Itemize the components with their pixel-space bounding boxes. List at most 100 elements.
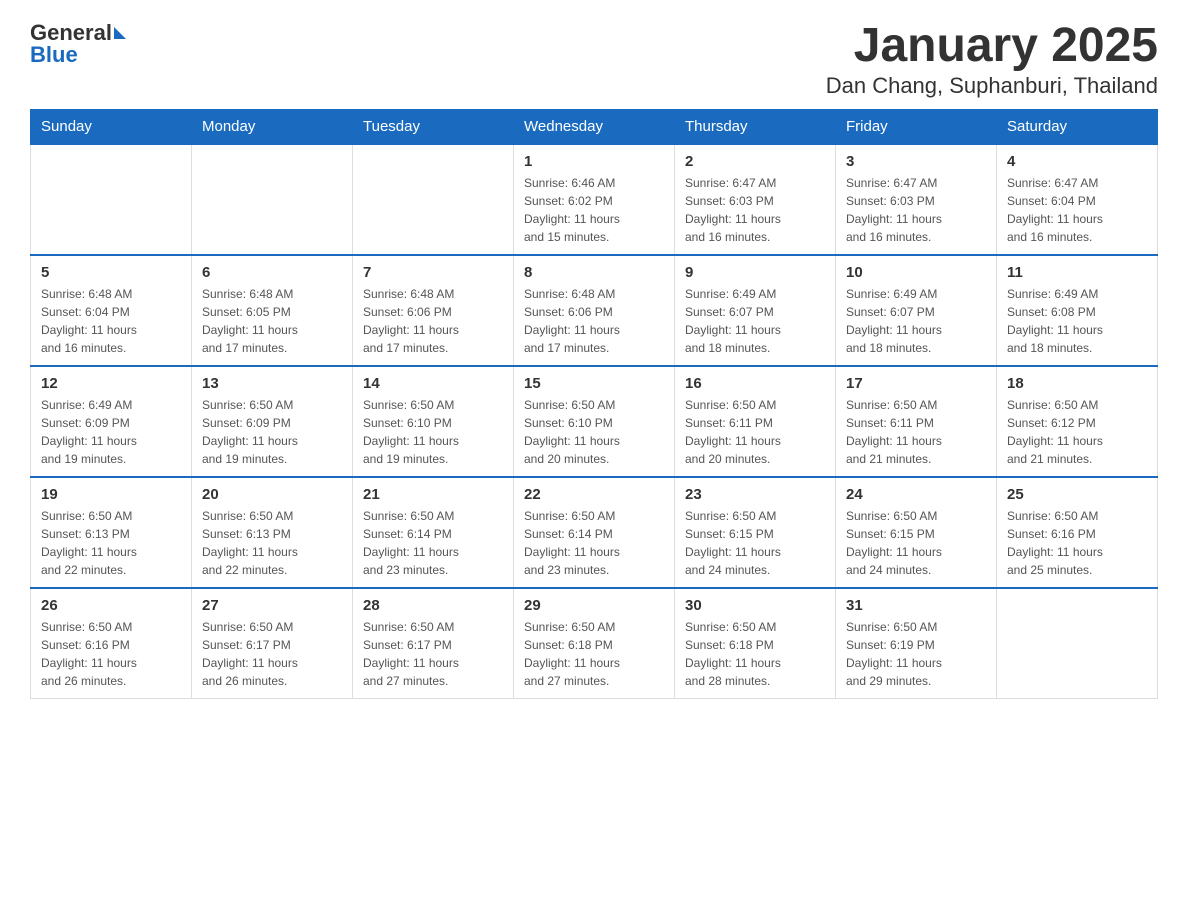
calendar-cell: 11 Sunrise: 6:49 AM Sunset: 6:08 PM Dayli… [997, 255, 1158, 366]
day-info: Sunrise: 6:46 AM Sunset: 6:02 PM Dayligh… [524, 174, 664, 246]
day-info: Sunrise: 6:50 AM Sunset: 6:19 PM Dayligh… [846, 618, 986, 690]
day-number: 13 [202, 375, 342, 392]
day-info: Sunrise: 6:47 AM Sunset: 6:03 PM Dayligh… [846, 174, 986, 246]
day-number: 27 [202, 597, 342, 614]
day-number: 19 [41, 486, 181, 503]
calendar-cell: 3 Sunrise: 6:47 AM Sunset: 6:03 PM Daylig… [836, 144, 997, 255]
day-info: Sunrise: 6:50 AM Sunset: 6:18 PM Dayligh… [524, 618, 664, 690]
day-info: Sunrise: 6:47 AM Sunset: 6:04 PM Dayligh… [1007, 174, 1147, 246]
calendar-cell: 29 Sunrise: 6:50 AM Sunset: 6:18 PM Dayli… [514, 588, 675, 699]
day-info: Sunrise: 6:48 AM Sunset: 6:04 PM Dayligh… [41, 285, 181, 357]
day-info: Sunrise: 6:50 AM Sunset: 6:12 PM Dayligh… [1007, 396, 1147, 468]
day-info: Sunrise: 6:49 AM Sunset: 6:07 PM Dayligh… [685, 285, 825, 357]
calendar-cell [31, 144, 192, 255]
calendar-cell: 27 Sunrise: 6:50 AM Sunset: 6:17 PM Dayli… [192, 588, 353, 699]
day-number: 18 [1007, 375, 1147, 392]
day-info: Sunrise: 6:50 AM Sunset: 6:14 PM Dayligh… [524, 507, 664, 579]
calendar-week-row: 26 Sunrise: 6:50 AM Sunset: 6:16 PM Dayli… [31, 588, 1158, 699]
calendar-cell: 16Sunrise: 6:50 AM Sunset: 6:11 PM Dayli… [675, 366, 836, 477]
calendar-header-sunday: Sunday [31, 109, 192, 144]
calendar-cell: 30Sunrise: 6:50 AM Sunset: 6:18 PM Dayli… [675, 588, 836, 699]
day-info: Sunrise: 6:50 AM Sunset: 6:16 PM Dayligh… [41, 618, 181, 690]
day-number: 6 [202, 264, 342, 281]
calendar-cell: 14 Sunrise: 6:50 AM Sunset: 6:10 PM Dayli… [353, 366, 514, 477]
calendar-header-row: SundayMondayTuesdayWednesdayThursdayFrid… [31, 109, 1158, 144]
logo-triangle-icon [114, 27, 126, 39]
calendar-cell: 19 Sunrise: 6:50 AM Sunset: 6:13 PM Dayli… [31, 477, 192, 588]
calendar-cell: 20Sunrise: 6:50 AM Sunset: 6:13 PM Dayli… [192, 477, 353, 588]
day-number: 26 [41, 597, 181, 614]
calendar-cell: 1Sunrise: 6:46 AM Sunset: 6:02 PM Daylig… [514, 144, 675, 255]
calendar-header-saturday: Saturday [997, 109, 1158, 144]
calendar-cell: 10Sunrise: 6:49 AM Sunset: 6:07 PM Dayli… [836, 255, 997, 366]
day-info: Sunrise: 6:49 AM Sunset: 6:08 PM Dayligh… [1007, 285, 1147, 357]
day-number: 5 [41, 264, 181, 281]
calendar-week-row: 5 Sunrise: 6:48 AM Sunset: 6:04 PM Daylig… [31, 255, 1158, 366]
calendar-cell: 24Sunrise: 6:50 AM Sunset: 6:15 PM Dayli… [836, 477, 997, 588]
day-number: 3 [846, 153, 986, 170]
day-number: 30 [685, 597, 825, 614]
day-info: Sunrise: 6:50 AM Sunset: 6:15 PM Dayligh… [846, 507, 986, 579]
day-number: 25 [1007, 486, 1147, 503]
calendar-header-wednesday: Wednesday [514, 109, 675, 144]
day-number: 23 [685, 486, 825, 503]
calendar-cell: 9Sunrise: 6:49 AM Sunset: 6:07 PM Daylig… [675, 255, 836, 366]
day-info: Sunrise: 6:48 AM Sunset: 6:05 PM Dayligh… [202, 285, 342, 357]
calendar-cell: 22 Sunrise: 6:50 AM Sunset: 6:14 PM Dayli… [514, 477, 675, 588]
day-number: 11 [1007, 264, 1147, 281]
day-info: Sunrise: 6:50 AM Sunset: 6:11 PM Dayligh… [846, 396, 986, 468]
calendar-cell: 26 Sunrise: 6:50 AM Sunset: 6:16 PM Dayli… [31, 588, 192, 699]
calendar-week-row: 1Sunrise: 6:46 AM Sunset: 6:02 PM Daylig… [31, 144, 1158, 255]
day-info: Sunrise: 6:50 AM Sunset: 6:10 PM Dayligh… [363, 396, 503, 468]
calendar-cell: 28Sunrise: 6:50 AM Sunset: 6:17 PM Dayli… [353, 588, 514, 699]
page-title: January 2025 [826, 20, 1158, 73]
calendar-cell: 15Sunrise: 6:50 AM Sunset: 6:10 PM Dayli… [514, 366, 675, 477]
calendar-cell: 5 Sunrise: 6:48 AM Sunset: 6:04 PM Daylig… [31, 255, 192, 366]
day-info: Sunrise: 6:47 AM Sunset: 6:03 PM Dayligh… [685, 174, 825, 246]
day-number: 7 [363, 264, 503, 281]
day-info: Sunrise: 6:49 AM Sunset: 6:09 PM Dayligh… [41, 396, 181, 468]
calendar-cell: 2Sunrise: 6:47 AM Sunset: 6:03 PM Daylig… [675, 144, 836, 255]
calendar-table: SundayMondayTuesdayWednesdayThursdayFrid… [30, 109, 1158, 699]
calendar-cell: 6 Sunrise: 6:48 AM Sunset: 6:05 PM Daylig… [192, 255, 353, 366]
day-number: 29 [524, 597, 664, 614]
calendar-cell: 23 Sunrise: 6:50 AM Sunset: 6:15 PM Dayli… [675, 477, 836, 588]
calendar-cell: 21Sunrise: 6:50 AM Sunset: 6:14 PM Dayli… [353, 477, 514, 588]
calendar-cell [997, 588, 1158, 699]
calendar-header-monday: Monday [192, 109, 353, 144]
calendar-cell: 12Sunrise: 6:49 AM Sunset: 6:09 PM Dayli… [31, 366, 192, 477]
day-number: 28 [363, 597, 503, 614]
day-info: Sunrise: 6:48 AM Sunset: 6:06 PM Dayligh… [524, 285, 664, 357]
day-number: 14 [363, 375, 503, 392]
page-header: General Blue January 2025 Dan Chang, Sup… [30, 20, 1158, 99]
calendar-week-row: 19 Sunrise: 6:50 AM Sunset: 6:13 PM Dayli… [31, 477, 1158, 588]
calendar-cell [192, 144, 353, 255]
logo: General Blue [30, 20, 126, 68]
calendar-cell [353, 144, 514, 255]
day-info: Sunrise: 6:50 AM Sunset: 6:13 PM Dayligh… [202, 507, 342, 579]
calendar-cell: 4 Sunrise: 6:47 AM Sunset: 6:04 PM Daylig… [997, 144, 1158, 255]
day-number: 10 [846, 264, 986, 281]
day-number: 8 [524, 264, 664, 281]
page-subtitle: Dan Chang, Suphanburi, Thailand [826, 73, 1158, 99]
logo-blue-text: Blue [30, 42, 78, 68]
day-number: 22 [524, 486, 664, 503]
day-info: Sunrise: 6:50 AM Sunset: 6:15 PM Dayligh… [685, 507, 825, 579]
day-number: 17 [846, 375, 986, 392]
calendar-week-row: 12Sunrise: 6:49 AM Sunset: 6:09 PM Dayli… [31, 366, 1158, 477]
day-info: Sunrise: 6:50 AM Sunset: 6:11 PM Dayligh… [685, 396, 825, 468]
calendar-header-thursday: Thursday [675, 109, 836, 144]
day-number: 4 [1007, 153, 1147, 170]
day-info: Sunrise: 6:50 AM Sunset: 6:16 PM Dayligh… [1007, 507, 1147, 579]
day-info: Sunrise: 6:50 AM Sunset: 6:10 PM Dayligh… [524, 396, 664, 468]
calendar-cell: 18 Sunrise: 6:50 AM Sunset: 6:12 PM Dayli… [997, 366, 1158, 477]
day-info: Sunrise: 6:50 AM Sunset: 6:17 PM Dayligh… [202, 618, 342, 690]
day-number: 31 [846, 597, 986, 614]
calendar-cell: 8 Sunrise: 6:48 AM Sunset: 6:06 PM Daylig… [514, 255, 675, 366]
calendar-cell: 7Sunrise: 6:48 AM Sunset: 6:06 PM Daylig… [353, 255, 514, 366]
day-info: Sunrise: 6:50 AM Sunset: 6:13 PM Dayligh… [41, 507, 181, 579]
calendar-header-tuesday: Tuesday [353, 109, 514, 144]
day-info: Sunrise: 6:50 AM Sunset: 6:09 PM Dayligh… [202, 396, 342, 468]
calendar-cell: 25 Sunrise: 6:50 AM Sunset: 6:16 PM Dayli… [997, 477, 1158, 588]
day-number: 21 [363, 486, 503, 503]
